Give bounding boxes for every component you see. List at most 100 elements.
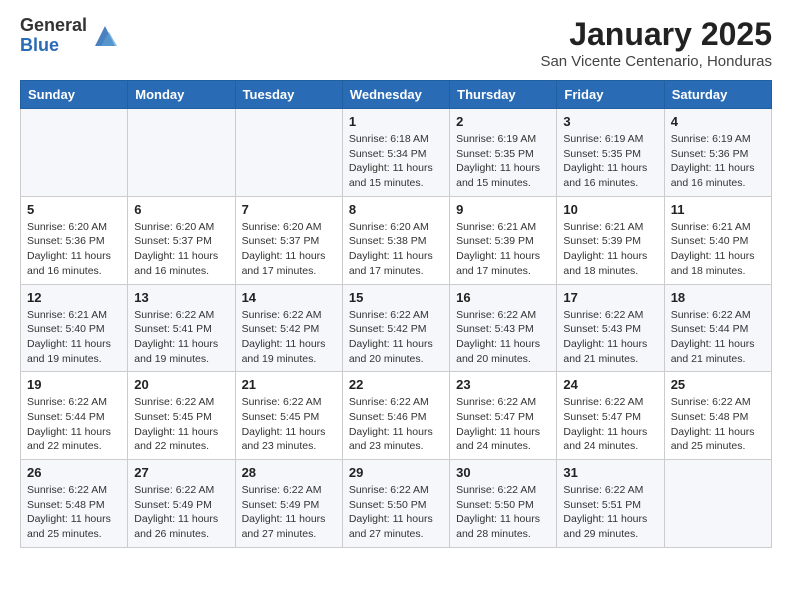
day-cell-25: 25 Sunrise: 6:22 AM Sunset: 5:48 PM Dayli… bbox=[664, 372, 771, 460]
day-number: 13 bbox=[134, 290, 228, 305]
day-cell-8: 8Sunrise: 6:20 AM Sunset: 5:38 PM Daylig… bbox=[342, 196, 449, 284]
page-header: General Blue January 2025 San Vicente Ce… bbox=[20, 16, 772, 70]
logo-icon bbox=[91, 22, 119, 50]
day-info: Sunrise: 6:21 AM Sunset: 5:39 PM Dayligh… bbox=[563, 220, 657, 279]
day-number: 21 bbox=[242, 377, 336, 392]
day-number: 28 bbox=[242, 465, 336, 480]
day-number: 9 bbox=[456, 202, 550, 217]
day-cell-18: 18 Sunrise: 6:22 AM Sunset: 5:44 PM Dayli… bbox=[664, 284, 771, 372]
day-number: 1 bbox=[349, 114, 443, 129]
day-info: Sunrise: 6:22 AM Sunset: 5:49 PM Dayligh… bbox=[134, 483, 228, 542]
day-cell-19: 19 Sunrise: 6:22 AM Sunset: 5:44 PM Dayli… bbox=[21, 372, 128, 460]
day-info: Sunrise: 6:22 AM Sunset: 5:45 PM Dayligh… bbox=[134, 395, 228, 454]
calendar-table: SundayMondayTuesdayWednesdayThursdayFrid… bbox=[20, 80, 772, 548]
day-info: Sunrise: 6:22 AM Sunset: 5:47 PM Dayligh… bbox=[456, 395, 550, 454]
day-number: 22 bbox=[349, 377, 443, 392]
week-row-5: 26Sunrise: 6:22 AM Sunset: 5:48 PM Dayli… bbox=[21, 460, 772, 548]
weekday-header-saturday: Saturday bbox=[664, 81, 771, 109]
day-info: Sunrise: 6:22 AM Sunset: 5:50 PM Dayligh… bbox=[456, 483, 550, 542]
day-info: Sunrise: 6:22 AM Sunset: 5:41 PM Dayligh… bbox=[134, 308, 228, 367]
day-info: Sunrise: 6:19 AM Sunset: 5:35 PM Dayligh… bbox=[456, 132, 550, 191]
day-cell-20: 20 Sunrise: 6:22 AM Sunset: 5:45 PM Dayli… bbox=[128, 372, 235, 460]
day-cell-4: 4 Sunrise: 6:19 AM Sunset: 5:36 PM Daylig… bbox=[664, 109, 771, 197]
day-cell-31: 31Sunrise: 6:22 AM Sunset: 5:51 PM Dayli… bbox=[557, 460, 664, 548]
empty-cell bbox=[235, 109, 342, 197]
logo-general-text: General bbox=[20, 16, 87, 36]
day-info: Sunrise: 6:22 AM Sunset: 5:44 PM Dayligh… bbox=[671, 308, 765, 367]
day-cell-21: 21 Sunrise: 6:22 AM Sunset: 5:45 PM Dayli… bbox=[235, 372, 342, 460]
day-info: Sunrise: 6:22 AM Sunset: 5:48 PM Dayligh… bbox=[671, 395, 765, 454]
day-number: 29 bbox=[349, 465, 443, 480]
empty-cell bbox=[21, 109, 128, 197]
day-info: Sunrise: 6:20 AM Sunset: 5:38 PM Dayligh… bbox=[349, 220, 443, 279]
day-info: Sunrise: 6:22 AM Sunset: 5:50 PM Dayligh… bbox=[349, 483, 443, 542]
title-block: January 2025 San Vicente Centenario, Hon… bbox=[540, 16, 772, 70]
day-info: Sunrise: 6:22 AM Sunset: 5:47 PM Dayligh… bbox=[563, 395, 657, 454]
day-info: Sunrise: 6:22 AM Sunset: 5:43 PM Dayligh… bbox=[563, 308, 657, 367]
day-cell-13: 13 Sunrise: 6:22 AM Sunset: 5:41 PM Dayli… bbox=[128, 284, 235, 372]
day-info: Sunrise: 6:19 AM Sunset: 5:35 PM Dayligh… bbox=[563, 132, 657, 191]
day-number: 20 bbox=[134, 377, 228, 392]
day-cell-26: 26Sunrise: 6:22 AM Sunset: 5:48 PM Dayli… bbox=[21, 460, 128, 548]
month-title: January 2025 bbox=[540, 16, 772, 53]
empty-cell bbox=[128, 109, 235, 197]
day-info: Sunrise: 6:20 AM Sunset: 5:37 PM Dayligh… bbox=[242, 220, 336, 279]
day-number: 30 bbox=[456, 465, 550, 480]
day-info: Sunrise: 6:22 AM Sunset: 5:48 PM Dayligh… bbox=[27, 483, 121, 542]
day-info: Sunrise: 6:21 AM Sunset: 5:39 PM Dayligh… bbox=[456, 220, 550, 279]
day-cell-11: 11 Sunrise: 6:21 AM Sunset: 5:40 PM Dayli… bbox=[664, 196, 771, 284]
day-info: Sunrise: 6:22 AM Sunset: 5:44 PM Dayligh… bbox=[27, 395, 121, 454]
day-info: Sunrise: 6:22 AM Sunset: 5:42 PM Dayligh… bbox=[242, 308, 336, 367]
day-number: 4 bbox=[671, 114, 765, 129]
day-cell-23: 23Sunrise: 6:22 AM Sunset: 5:47 PM Dayli… bbox=[450, 372, 557, 460]
day-number: 15 bbox=[349, 290, 443, 305]
day-number: 5 bbox=[27, 202, 121, 217]
day-number: 27 bbox=[134, 465, 228, 480]
day-info: Sunrise: 6:22 AM Sunset: 5:46 PM Dayligh… bbox=[349, 395, 443, 454]
day-info: Sunrise: 6:20 AM Sunset: 5:37 PM Dayligh… bbox=[134, 220, 228, 279]
day-cell-15: 15Sunrise: 6:22 AM Sunset: 5:42 PM Dayli… bbox=[342, 284, 449, 372]
day-cell-14: 14 Sunrise: 6:22 AM Sunset: 5:42 PM Dayli… bbox=[235, 284, 342, 372]
day-cell-16: 16 Sunrise: 6:22 AM Sunset: 5:43 PM Dayli… bbox=[450, 284, 557, 372]
weekday-header-monday: Monday bbox=[128, 81, 235, 109]
day-number: 14 bbox=[242, 290, 336, 305]
weekday-header-friday: Friday bbox=[557, 81, 664, 109]
day-number: 12 bbox=[27, 290, 121, 305]
day-number: 7 bbox=[242, 202, 336, 217]
day-cell-2: 2 Sunrise: 6:19 AM Sunset: 5:35 PM Daylig… bbox=[450, 109, 557, 197]
day-cell-5: 5Sunrise: 6:20 AM Sunset: 5:36 PM Daylig… bbox=[21, 196, 128, 284]
day-number: 11 bbox=[671, 202, 765, 217]
day-cell-29: 29 Sunrise: 6:22 AM Sunset: 5:50 PM Dayli… bbox=[342, 460, 449, 548]
day-info: Sunrise: 6:21 AM Sunset: 5:40 PM Dayligh… bbox=[27, 308, 121, 367]
day-cell-7: 7 Sunrise: 6:20 AM Sunset: 5:37 PM Daylig… bbox=[235, 196, 342, 284]
weekday-header-wednesday: Wednesday bbox=[342, 81, 449, 109]
day-cell-1: 1Sunrise: 6:18 AM Sunset: 5:34 PM Daylig… bbox=[342, 109, 449, 197]
day-cell-3: 3Sunrise: 6:19 AM Sunset: 5:35 PM Daylig… bbox=[557, 109, 664, 197]
day-number: 24 bbox=[563, 377, 657, 392]
day-number: 16 bbox=[456, 290, 550, 305]
day-cell-12: 12 Sunrise: 6:21 AM Sunset: 5:40 PM Dayli… bbox=[21, 284, 128, 372]
day-number: 25 bbox=[671, 377, 765, 392]
week-row-4: 19 Sunrise: 6:22 AM Sunset: 5:44 PM Dayli… bbox=[21, 372, 772, 460]
day-cell-9: 9 Sunrise: 6:21 AM Sunset: 5:39 PM Daylig… bbox=[450, 196, 557, 284]
day-cell-27: 27 Sunrise: 6:22 AM Sunset: 5:49 PM Dayli… bbox=[128, 460, 235, 548]
day-info: Sunrise: 6:22 AM Sunset: 5:45 PM Dayligh… bbox=[242, 395, 336, 454]
day-info: Sunrise: 6:22 AM Sunset: 5:49 PM Dayligh… bbox=[242, 483, 336, 542]
day-info: Sunrise: 6:19 AM Sunset: 5:36 PM Dayligh… bbox=[671, 132, 765, 191]
day-info: Sunrise: 6:21 AM Sunset: 5:40 PM Dayligh… bbox=[671, 220, 765, 279]
day-cell-22: 22 Sunrise: 6:22 AM Sunset: 5:46 PM Dayli… bbox=[342, 372, 449, 460]
day-cell-10: 10 Sunrise: 6:21 AM Sunset: 5:39 PM Dayli… bbox=[557, 196, 664, 284]
day-number: 10 bbox=[563, 202, 657, 217]
day-number: 2 bbox=[456, 114, 550, 129]
weekday-header-tuesday: Tuesday bbox=[235, 81, 342, 109]
day-cell-28: 28 Sunrise: 6:22 AM Sunset: 5:49 PM Dayli… bbox=[235, 460, 342, 548]
week-row-2: 5Sunrise: 6:20 AM Sunset: 5:36 PM Daylig… bbox=[21, 196, 772, 284]
day-info: Sunrise: 6:22 AM Sunset: 5:43 PM Dayligh… bbox=[456, 308, 550, 367]
weekday-header-sunday: Sunday bbox=[21, 81, 128, 109]
day-number: 31 bbox=[563, 465, 657, 480]
logo: General Blue bbox=[20, 16, 119, 56]
day-number: 19 bbox=[27, 377, 121, 392]
empty-cell bbox=[664, 460, 771, 548]
day-cell-17: 17Sunrise: 6:22 AM Sunset: 5:43 PM Dayli… bbox=[557, 284, 664, 372]
day-number: 18 bbox=[671, 290, 765, 305]
